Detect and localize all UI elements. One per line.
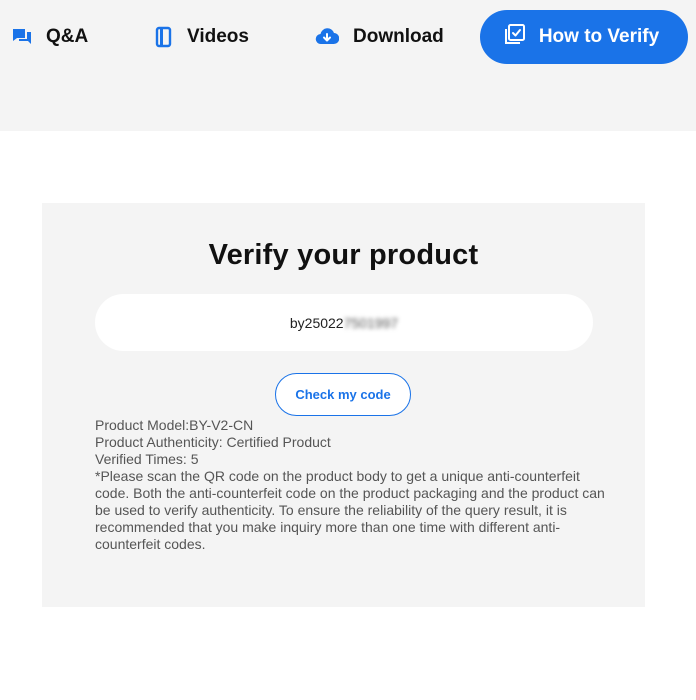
checklist-icon (504, 24, 525, 50)
product-authenticity-text: Product Authenticity: Certified Product (95, 434, 331, 450)
verify-panel: Verify your product by25022 7501997 Check… (42, 203, 645, 607)
code-visible-text: by25022 (289, 314, 344, 331)
nav-item-label: Q&A (46, 26, 89, 47)
nav-item-download[interactable]: Download (315, 18, 444, 56)
check-code-button[interactable]: Check my code (275, 373, 411, 416)
verification-result: Product Model:BY-V2-CN Product Authentic… (95, 417, 605, 553)
chat-icon (12, 27, 32, 47)
page-title: Verify your product (208, 239, 479, 271)
nav-item-label: Videos (187, 26, 249, 47)
verification-note-text: *Please scan the QR code on the product … (95, 468, 605, 552)
top-nav-bar: Q&A Videos Download How to Verify (0, 0, 696, 131)
code-input[interactable]: by25022 7501997 (95, 294, 593, 351)
product-model-text: Product Model:BY-V2-CN (95, 417, 254, 433)
how-to-verify-button[interactable]: How to Verify (480, 10, 688, 64)
how-to-verify-label: How to Verify (538, 26, 660, 47)
nav-item-videos[interactable]: Videos (155, 18, 249, 56)
nav-item-label: Download (353, 26, 444, 47)
verified-times-text: Verified Times: 5 (95, 451, 199, 467)
cloud-download-icon (315, 27, 339, 47)
book-icon (155, 26, 173, 48)
nav-item-qa[interactable]: Q&A (12, 18, 88, 56)
code-obscured-text: 7501997 (343, 314, 399, 331)
